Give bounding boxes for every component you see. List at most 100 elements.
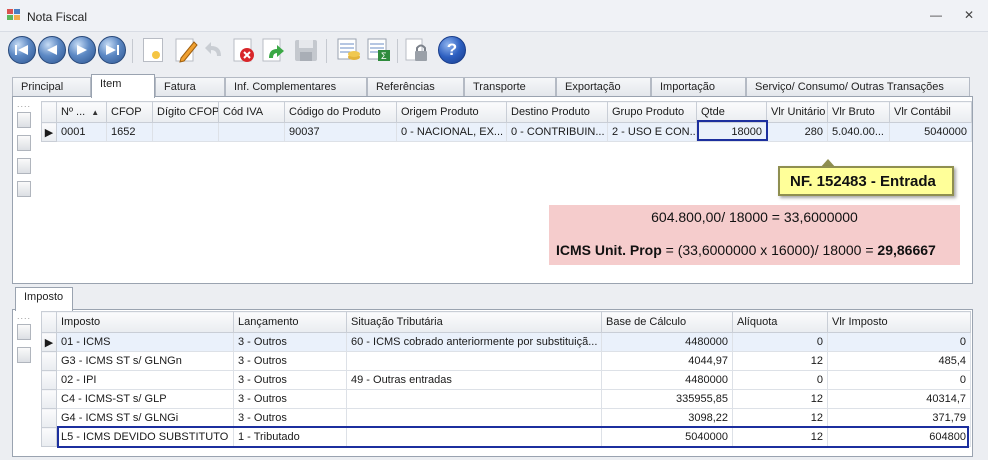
delete-button[interactable] — [230, 36, 258, 64]
table-cell[interactable]: 5040000 — [889, 122, 972, 142]
table-cell[interactable]: 335955,85 — [601, 389, 733, 409]
table-cell[interactable] — [346, 427, 602, 447]
table-cell[interactable]: 0 — [732, 370, 828, 390]
tab-inf-complementares[interactable]: Inf. Complementares — [225, 77, 367, 97]
tab-referencias[interactable]: Referências — [367, 77, 464, 97]
close-button[interactable]: ✕ — [961, 8, 977, 22]
database-button[interactable] — [335, 36, 363, 64]
tab-principal[interactable]: Principal — [12, 77, 91, 97]
table-cell[interactable] — [346, 408, 602, 428]
column-header[interactable]: Lançamento — [233, 311, 347, 333]
table-cell[interactable]: 485,4 — [827, 351, 971, 371]
table-cell[interactable]: 4044,97 — [601, 351, 733, 371]
column-header[interactable]: Qtde — [696, 101, 767, 123]
table-cell[interactable]: 0 — [827, 332, 971, 352]
tab-exportacao[interactable]: Exportação — [556, 77, 651, 97]
table-cell[interactable]: 01 - ICMS — [56, 332, 234, 352]
column-header[interactable]: Destino Produto — [506, 101, 608, 123]
table-cell[interactable]: 604800 — [827, 427, 971, 447]
lock-button[interactable] — [403, 36, 431, 64]
table-cell[interactable]: 0 - CONTRIBUIN... — [506, 122, 608, 142]
table-row[interactable]: C4 - ICMS-ST s/ GLP 3 - Outros 335955,85… — [41, 389, 971, 409]
table-cell[interactable]: 0 — [827, 370, 971, 390]
save-button[interactable] — [292, 36, 320, 64]
grip-handle[interactable]: .... — [17, 100, 33, 109]
table-cell[interactable]: 3 - Outros — [233, 408, 347, 428]
table-cell[interactable]: 5.040.00... — [827, 122, 890, 142]
column-header[interactable]: Imposto — [56, 311, 234, 333]
column-header[interactable]: Alíquota — [732, 311, 828, 333]
column-header[interactable]: Cód IVA — [218, 101, 285, 123]
first-record-button[interactable] — [8, 36, 36, 64]
table-cell[interactable]: L5 - ICMS DEVIDO SUBSTITUTO — [56, 427, 234, 447]
column-header[interactable]: Base de Cálculo — [601, 311, 733, 333]
tab-transporte[interactable]: Transporte — [464, 77, 556, 97]
edit-row-icon[interactable] — [17, 135, 31, 151]
column-header[interactable]: Origem Produto — [396, 101, 507, 123]
table-cell[interactable]: 4480000 — [601, 332, 733, 352]
notes-icon[interactable] — [17, 158, 31, 174]
table-cell[interactable]: 2 - USO E CON... — [607, 122, 697, 142]
table-row[interactable]: ▶ 0001 1652 90037 0 - NACIONAL, EX... 0 … — [41, 122, 972, 142]
table-cell[interactable]: 02 - IPI — [56, 370, 234, 390]
table-cell[interactable]: 90037 — [284, 122, 397, 142]
table-cell[interactable]: C4 - ICMS-ST s/ GLP — [56, 389, 234, 409]
table-cell[interactable]: 3 - Outros — [233, 351, 347, 371]
table-row[interactable]: G4 - ICMS ST s/ GLNGi 3 - Outros 3098,22… — [41, 408, 971, 428]
table-cell[interactable]: 3 - Outros — [233, 389, 347, 409]
table-cell[interactable]: G3 - ICMS ST s/ GLNGn — [56, 351, 234, 371]
column-header[interactable]: CFOP — [106, 101, 153, 123]
column-header[interactable]: Vlr Contábil — [889, 101, 972, 123]
table-row[interactable]: ▶ 01 - ICMS 3 - Outros 60 - ICMS cobrado… — [41, 332, 971, 352]
new-document-button[interactable] — [143, 38, 163, 62]
column-header[interactable]: Nº ... ▲ — [56, 101, 107, 123]
add-row-icon[interactable] — [17, 324, 31, 340]
minimize-button[interactable]: — — [928, 8, 944, 22]
table-cell[interactable]: 40314,7 — [827, 389, 971, 409]
undo-button[interactable] — [201, 36, 229, 64]
table-cell[interactable] — [346, 389, 602, 409]
tab-importacao[interactable]: Importação — [651, 77, 746, 97]
column-header[interactable]: Dígito CFOP — [152, 101, 219, 123]
table-cell[interactable]: 60 - ICMS cobrado anteriormente por subs… — [346, 332, 602, 352]
add-row-icon[interactable] — [17, 112, 31, 128]
table-cell[interactable]: 3098,22 — [601, 408, 733, 428]
column-header[interactable]: Grupo Produto — [607, 101, 697, 123]
table-cell[interactable]: G4 - ICMS ST s/ GLNGi — [56, 408, 234, 428]
edit-button[interactable] — [172, 36, 200, 64]
column-header[interactable]: Código do Produto — [284, 101, 397, 123]
table-cell[interactable] — [152, 122, 219, 142]
table-cell[interactable]: 280 — [766, 122, 828, 142]
tab-fatura[interactable]: Fatura — [155, 77, 225, 97]
table-row[interactable]: 02 - IPI 3 - Outros 49 - Outras entradas… — [41, 370, 971, 390]
table-cell[interactable]: 3 - Outros — [233, 370, 347, 390]
table-cell[interactable]: 5040000 — [601, 427, 733, 447]
table-cell[interactable]: 0001 — [56, 122, 107, 142]
table-row[interactable]: G3 - ICMS ST s/ GLNGn 3 - Outros 4044,97… — [41, 351, 971, 371]
column-header[interactable]: Vlr Bruto — [827, 101, 890, 123]
table-cell[interactable] — [218, 122, 285, 142]
remove-row-icon[interactable] — [17, 181, 31, 197]
help-button[interactable]: ? — [438, 36, 466, 64]
table-cell[interactable]: 12 — [732, 389, 828, 409]
previous-record-button[interactable] — [38, 36, 66, 64]
table-cell[interactable]: 12 — [732, 427, 828, 447]
tab-servico-consumo[interactable]: Serviço/ Consumo/ Outras Transações — [746, 77, 970, 97]
column-header[interactable]: Vlr Imposto — [827, 311, 971, 333]
table-cell[interactable]: 1 - Tributado — [233, 427, 347, 447]
table-cell[interactable]: 4480000 — [601, 370, 733, 390]
table-cell[interactable]: 12 — [732, 408, 828, 428]
table-cell[interactable] — [346, 351, 602, 371]
table-cell[interactable]: 371,79 — [827, 408, 971, 428]
remove-row-icon[interactable] — [17, 347, 31, 363]
table-cell[interactable]: 3 - Outros — [233, 332, 347, 352]
grip-handle[interactable]: .... — [17, 312, 33, 321]
table-cell[interactable]: 0 — [732, 332, 828, 352]
tab-imposto[interactable]: Imposto — [15, 287, 73, 311]
table-row[interactable]: L5 - ICMS DEVIDO SUBSTITUTO 1 - Tributad… — [41, 427, 971, 447]
spreadsheet-button[interactable]: Σ — [365, 36, 393, 64]
redo-button[interactable] — [259, 36, 287, 64]
last-record-button[interactable] — [98, 36, 126, 64]
table-cell[interactable]: 49 - Outras entradas — [346, 370, 602, 390]
column-header[interactable]: Vlr Unitário — [766, 101, 828, 123]
